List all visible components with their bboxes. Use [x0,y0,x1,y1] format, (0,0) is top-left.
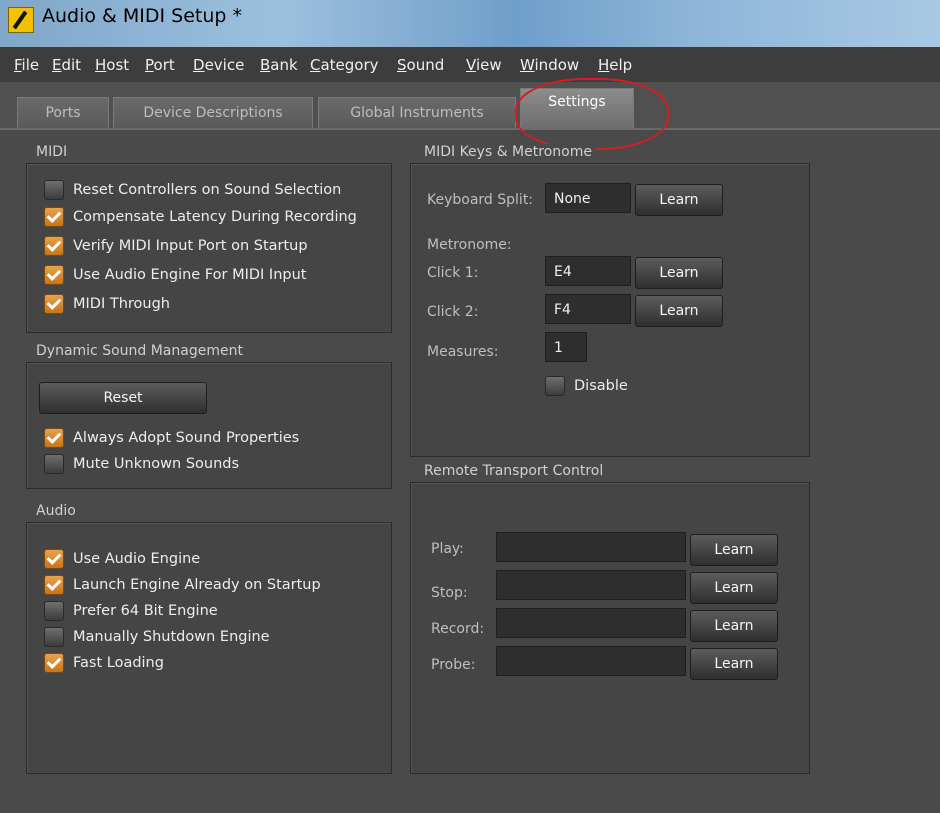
probe-field[interactable] [496,646,686,676]
probe-label: Probe: [431,657,476,673]
option-label: Manually Shutdown Engine [73,629,270,645]
stop-learn-button[interactable]: Learn [690,572,778,604]
menu-host[interactable]: Host [95,56,129,74]
menu-bank[interactable]: Bank [260,56,298,74]
stop-field[interactable] [496,570,686,600]
tab-settings[interactable]: Settings [520,88,634,129]
option-label: Compensate Latency During Recording [73,209,357,225]
tab-device-descriptions[interactable]: Device Descriptions [113,97,313,128]
menu-bar: File Edit Host Port Device Bank Category… [0,47,940,83]
tab-global-instruments[interactable]: Global Instruments [318,97,516,128]
midi-panel: Reset Controllers on Sound Selection Com… [26,163,392,333]
tab-strip: Ports Device Descriptions Global Instrum… [0,82,940,130]
checkbox[interactable] [44,180,64,200]
checkbox[interactable] [44,454,64,474]
midi-keys-section-title: MIDI Keys & Metronome [424,144,596,160]
window-title: Audio & MIDI Setup * [42,5,243,27]
stop-label: Stop: [431,585,468,601]
probe-learn-button[interactable]: Learn [690,648,778,680]
checkbox[interactable] [44,653,64,673]
option-label: Use Audio Engine For MIDI Input [73,267,307,283]
disable-metronome-option[interactable]: Disable [545,376,628,396]
play-learn-button[interactable]: Learn [690,534,778,566]
keyboard-split-label: Keyboard Split: [427,192,534,208]
adopt-sound-properties-option[interactable]: Always Adopt Sound Properties [44,428,299,448]
click2-learn-button[interactable]: Learn [635,295,723,327]
menu-file[interactable]: File [14,56,39,74]
midi-section-title: MIDI [36,144,68,160]
checkbox[interactable] [44,601,64,621]
app-icon [8,7,34,33]
menu-device[interactable]: Device [193,56,244,74]
title-bar: Audio & MIDI Setup * [0,0,940,47]
play-label: Play: [431,541,464,557]
click2-label: Click 2: [427,304,479,320]
measures-label: Measures: [427,344,499,360]
checkbox[interactable] [44,575,64,595]
use-audio-engine-option[interactable]: Use Audio Engine [44,549,200,569]
record-learn-button[interactable]: Learn [690,610,778,642]
manual-shutdown-option[interactable]: Manually Shutdown Engine [44,627,270,647]
click1-field[interactable]: E4 [545,256,631,286]
tab-ports[interactable]: Ports [17,97,109,128]
menu-category[interactable]: Category [310,56,379,74]
option-label: Launch Engine Already on Startup [73,577,321,593]
option-label: Mute Unknown Sounds [73,456,240,472]
checkbox[interactable] [545,376,565,396]
reset-button[interactable]: Reset [39,382,207,414]
midi-keys-panel: Keyboard Split: None Learn Metronome: Cl… [410,163,810,457]
compensate-latency-option[interactable]: Compensate Latency During Recording [44,207,357,227]
option-label: MIDI Through [73,296,170,312]
option-label: Fast Loading [73,655,164,671]
measures-field[interactable]: 1 [545,332,587,362]
menu-port[interactable]: Port [145,56,175,74]
menu-window[interactable]: Window [520,56,579,74]
click1-learn-button[interactable]: Learn [635,257,723,289]
checkbox[interactable] [44,265,64,285]
option-label: Disable [574,378,628,394]
dsm-section-title: Dynamic Sound Management [36,343,243,359]
audio-section-title: Audio [36,503,76,519]
keyboard-split-field[interactable]: None [545,183,631,213]
metronome-label: Metronome: [427,237,512,253]
dsm-panel: Reset Always Adopt Sound Properties Mute… [26,362,392,489]
checkbox[interactable] [44,236,64,256]
option-label: Prefer 64 Bit Engine [73,603,218,619]
checkbox[interactable] [44,294,64,314]
menu-edit[interactable]: Edit [52,56,81,74]
option-label: Verify MIDI Input Port on Startup [73,238,308,254]
click2-field[interactable]: F4 [545,294,631,324]
window-footer [0,775,940,813]
audio-engine-midi-input-option[interactable]: Use Audio Engine For MIDI Input [44,265,306,285]
record-label: Record: [431,621,485,637]
reset-controllers-option[interactable]: Reset Controllers on Sound Selection [44,180,341,200]
mute-unknown-sounds-option[interactable]: Mute Unknown Sounds [44,454,239,474]
prefer-64bit-option[interactable]: Prefer 64 Bit Engine [44,601,218,621]
play-field[interactable] [496,532,686,562]
verify-midi-port-option[interactable]: Verify MIDI Input Port on Startup [44,236,308,256]
record-field[interactable] [496,608,686,638]
menu-view[interactable]: View [466,56,502,74]
option-label: Always Adopt Sound Properties [73,430,300,446]
remote-panel: Play: Learn Stop: Learn Record: Learn Pr… [410,482,810,774]
midi-through-option[interactable]: MIDI Through [44,294,170,314]
checkbox[interactable] [44,627,64,647]
remote-section-title: Remote Transport Control [424,463,604,479]
checkbox[interactable] [44,549,64,569]
fast-loading-option[interactable]: Fast Loading [44,653,164,673]
keyboard-split-learn-button[interactable]: Learn [635,184,723,216]
option-label: Reset Controllers on Sound Selection [73,182,342,198]
audio-panel: Use Audio Engine Launch Engine Already o… [26,522,392,774]
menu-help[interactable]: Help [598,56,632,74]
option-label: Use Audio Engine [73,551,201,567]
checkbox[interactable] [44,428,64,448]
click1-label: Click 1: [427,265,479,281]
launch-engine-option[interactable]: Launch Engine Already on Startup [44,575,321,595]
menu-sound[interactable]: Sound [397,56,444,74]
checkbox[interactable] [44,207,64,227]
